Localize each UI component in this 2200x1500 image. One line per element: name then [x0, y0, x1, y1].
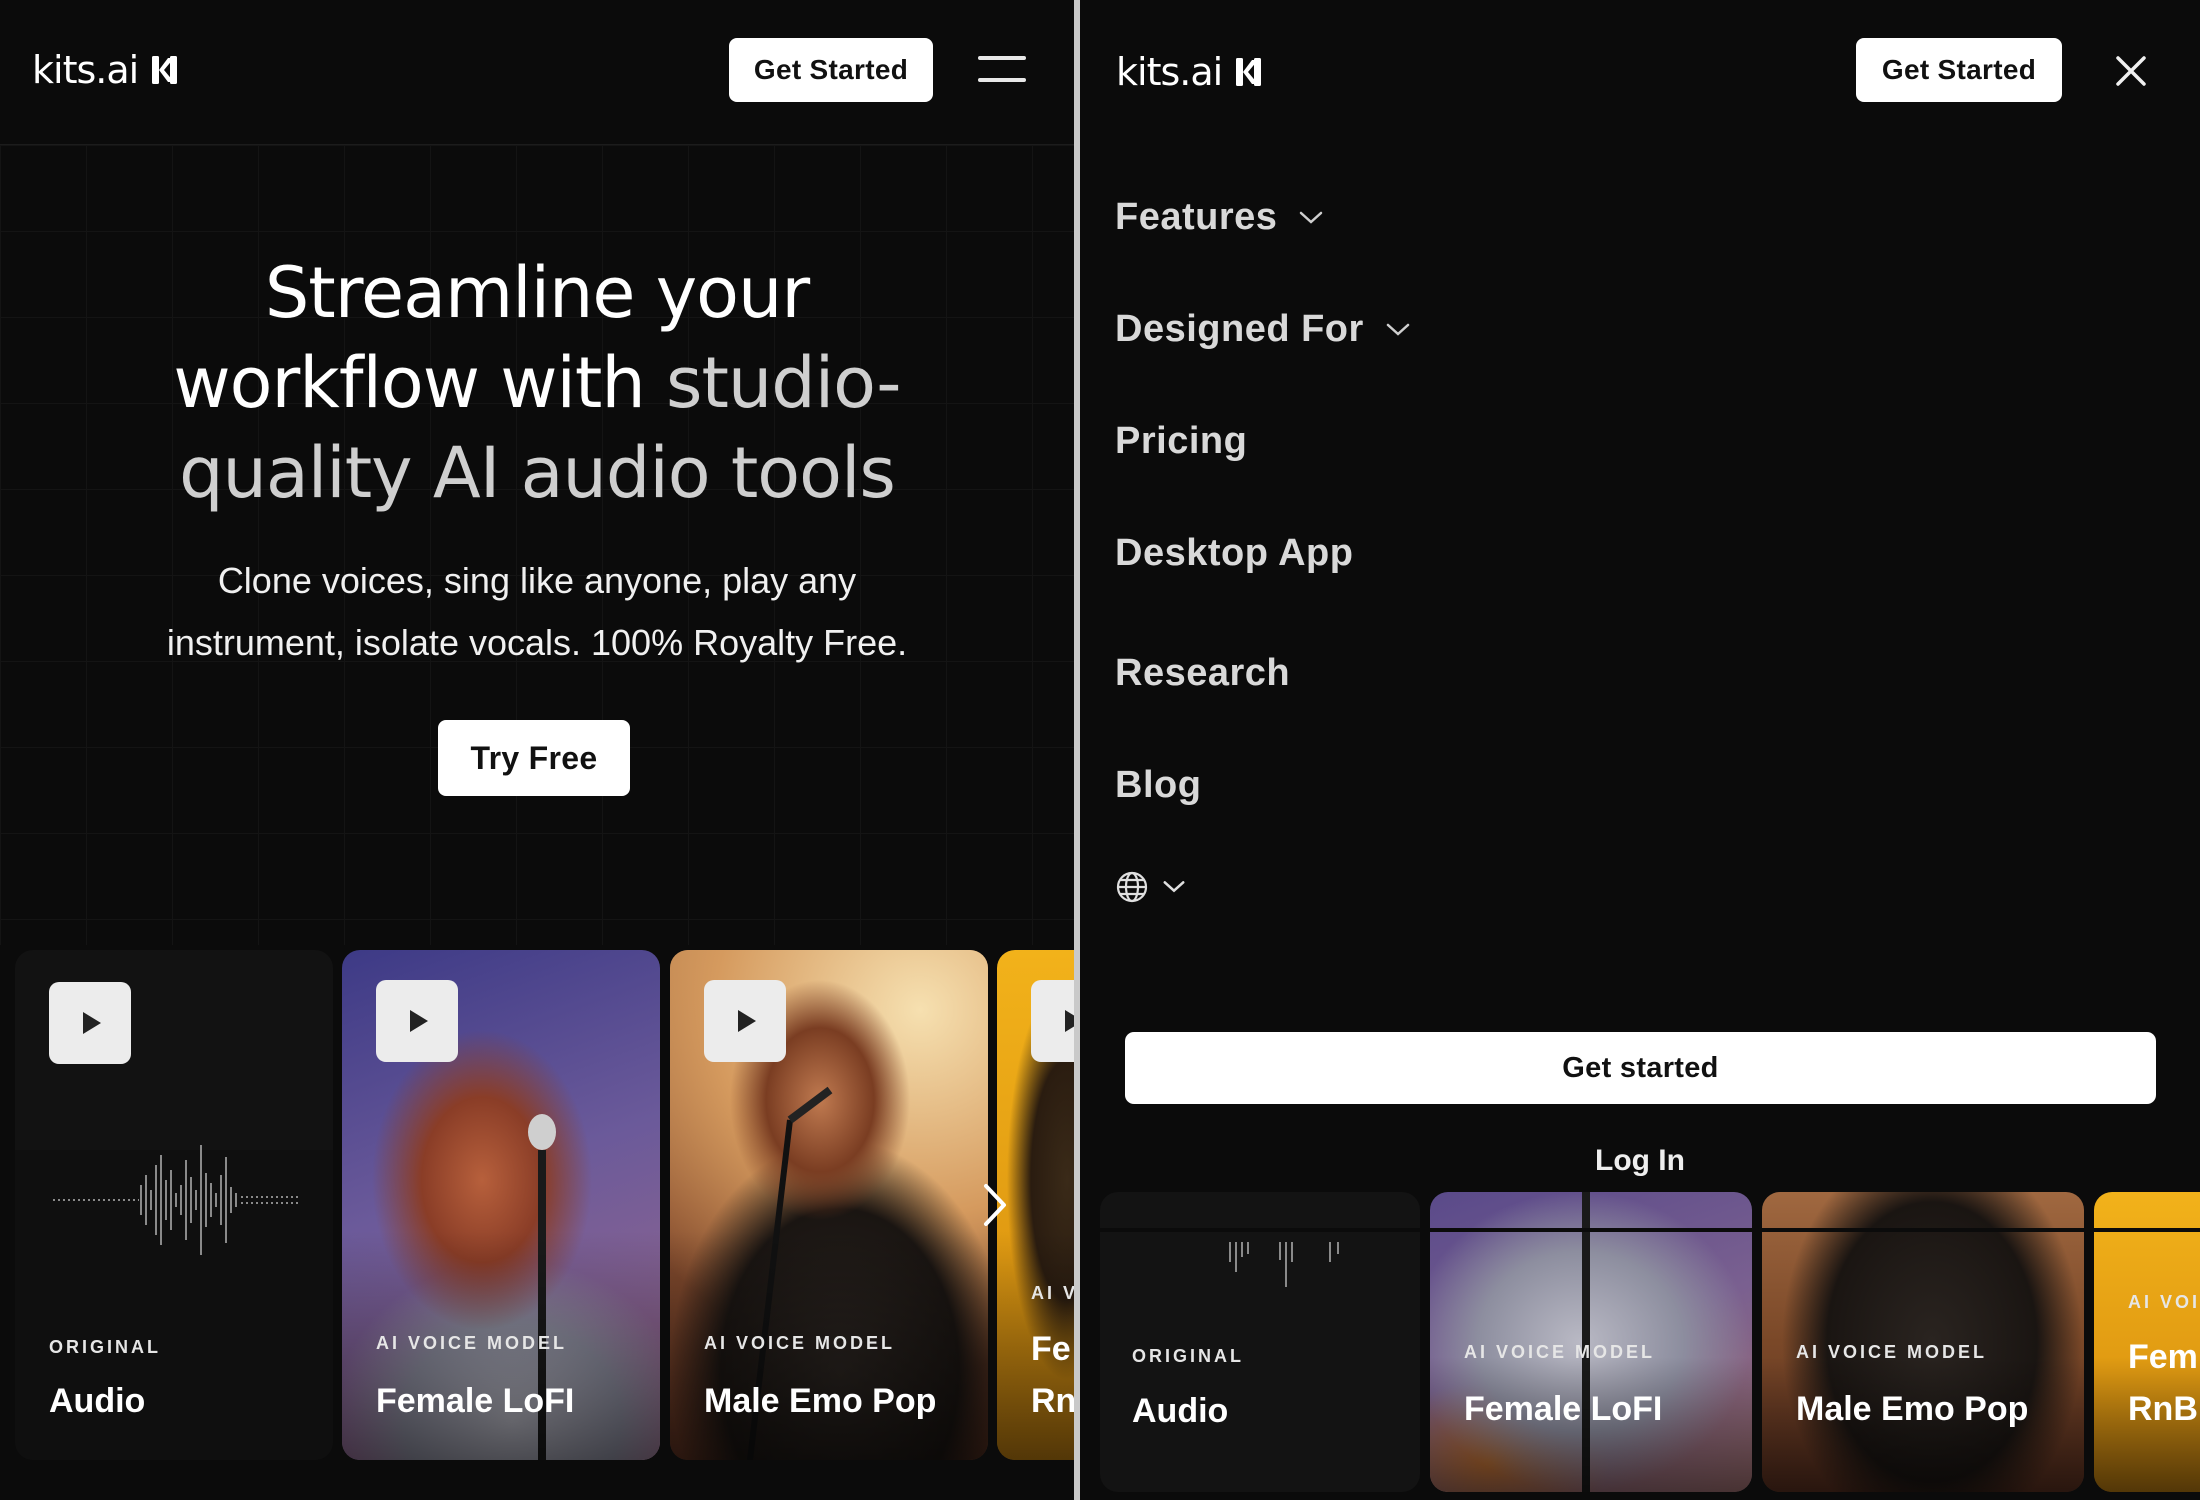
screenshot-root: kits.ai Get Started Streamline your work… [0, 0, 2200, 1500]
card-title: Male Emo Pop [1796, 1390, 2029, 1428]
menu-item-pricing[interactable]: Pricing [1115, 420, 1247, 463]
menu-item-label: Features [1115, 196, 1278, 238]
card-title: Female LoFI [376, 1382, 575, 1420]
carousel-next-icon[interactable] [980, 1182, 1010, 1228]
play-button[interactable] [376, 980, 458, 1062]
play-button[interactable] [1031, 980, 1074, 1062]
card-kicker: ORIGINAL [49, 1337, 161, 1357]
card-title-line-2: RnB [2128, 1390, 2198, 1428]
menu-item-label: Blog [1115, 764, 1202, 806]
hero-title-line-2a: workflow with [173, 342, 645, 424]
menu-item-blog[interactable]: Blog [1115, 764, 1201, 807]
log-in-link[interactable]: Log In [1080, 1144, 2200, 1178]
sample-card-female-rnb[interactable]: AI VOI Fem RnB [2094, 1192, 2200, 1492]
cards-behind-menu: ORIGINAL Audio AI VOICE MODEL Female LoF… [1080, 1192, 2200, 1500]
card-title: Audio [1132, 1392, 1229, 1430]
waveform-graphic [53, 1145, 299, 1255]
card-kicker: AI V [1031, 1283, 1074, 1303]
hero-subtitle-line-2: instrument, isolate vocals. 100% Royalty… [166, 622, 908, 663]
card-title: Female LoFI [1464, 1390, 1663, 1428]
play-icon [410, 1010, 428, 1032]
sample-card-male-emo-pop[interactable]: AI VOICE MODEL Male Emo Pop [1762, 1192, 2084, 1492]
card-kicker: AI VOICE MODEL [376, 1333, 568, 1353]
play-icon [738, 1010, 756, 1032]
card-kicker: ORIGINAL [1132, 1346, 1244, 1366]
hero-subtitle-line-1: Clone voices, sing like anyone, play any [217, 560, 857, 601]
brand-logo[interactable]: kits.ai [1116, 50, 1268, 94]
sample-card-male-emo-pop[interactable]: AI VOICE MODEL Male Emo Pop [670, 950, 988, 1460]
card-kicker: AI VOICE MODEL [1796, 1342, 1988, 1362]
menu-item-desktop-app[interactable]: Desktop App [1115, 532, 1353, 575]
waveform-graphic [1229, 1242, 1339, 1287]
globe-icon [1116, 871, 1148, 903]
chevron-down-icon [1163, 881, 1185, 893]
hero-title-line-3b: audio tools [520, 432, 896, 514]
menu-item-features[interactable]: Features [1115, 196, 1323, 239]
menu-item-label: Designed For [1115, 308, 1364, 350]
card-kicker: AI VOICE MODEL [1464, 1342, 1656, 1362]
menu-item-designed-for[interactable]: Designed For [1115, 308, 1410, 351]
language-selector[interactable] [1115, 870, 1185, 904]
card-title: Fe [1031, 1330, 1071, 1368]
hero-title-line-1: Streamline your [264, 252, 810, 334]
get-started-primary-button[interactable]: Get started [1125, 1032, 2156, 1104]
kits-logo-icon [152, 56, 178, 84]
play-button[interactable] [704, 980, 786, 1062]
get-started-button[interactable]: Get Started [1856, 38, 2062, 102]
menu-item-label: Desktop App [1115, 532, 1354, 574]
brand-wordmark: kits.ai [32, 48, 139, 92]
play-icon [83, 1012, 101, 1034]
hero-title: Streamline your workflow with studio- qu… [0, 248, 1074, 518]
hero-title-line-2b: studio- [666, 342, 902, 424]
try-free-button[interactable]: Try Free [438, 720, 630, 796]
card-title: Audio [49, 1382, 146, 1420]
sample-card-original[interactable]: ORIGINAL Audio [15, 950, 333, 1460]
menu-item-research[interactable]: Research [1115, 652, 1290, 695]
mobile-menu-panel: kits.ai Get Started Features Designed Fo… [1080, 0, 2200, 1500]
card-title-line-2: Rn [1031, 1382, 1074, 1420]
hero-subtitle: Clone voices, sing like anyone, play any… [90, 550, 984, 674]
menu-header: kits.ai Get Started [1080, 0, 2200, 145]
brand-wordmark: kits.ai [1116, 50, 1223, 94]
menu-item-label: Pricing [1115, 420, 1248, 462]
play-icon [1065, 1010, 1074, 1032]
sample-card-original[interactable]: ORIGINAL Audio [1100, 1192, 1420, 1492]
chevron-down-icon [1300, 211, 1323, 224]
menu-bottom-edge [1080, 1228, 2200, 1232]
play-button[interactable] [49, 982, 131, 1064]
card-kicker: AI VOI [2128, 1292, 2200, 1312]
get-started-button[interactable]: Get Started [729, 38, 933, 102]
hero-title-line-3a: quality AI [179, 432, 500, 514]
card-kicker: AI VOICE MODEL [704, 1333, 896, 1353]
homepage-panel: kits.ai Get Started Streamline your work… [0, 0, 1074, 1500]
card-title: Fem [2128, 1338, 2198, 1376]
sample-card-female-lofi[interactable]: AI VOICE MODEL Female LoFI [342, 950, 660, 1460]
site-header: kits.ai Get Started [0, 0, 1074, 145]
hamburger-menu-icon[interactable] [978, 56, 1026, 84]
menu-item-label: Research [1115, 652, 1291, 694]
close-icon[interactable] [2114, 54, 2148, 88]
sample-card-female-lofi[interactable]: AI VOICE MODEL Female LoFI [1430, 1192, 1752, 1492]
card-title: Male Emo Pop [704, 1382, 937, 1420]
kits-logo-icon [1236, 58, 1262, 86]
brand-logo[interactable]: kits.ai [32, 48, 184, 92]
chevron-down-icon [1386, 323, 1410, 336]
